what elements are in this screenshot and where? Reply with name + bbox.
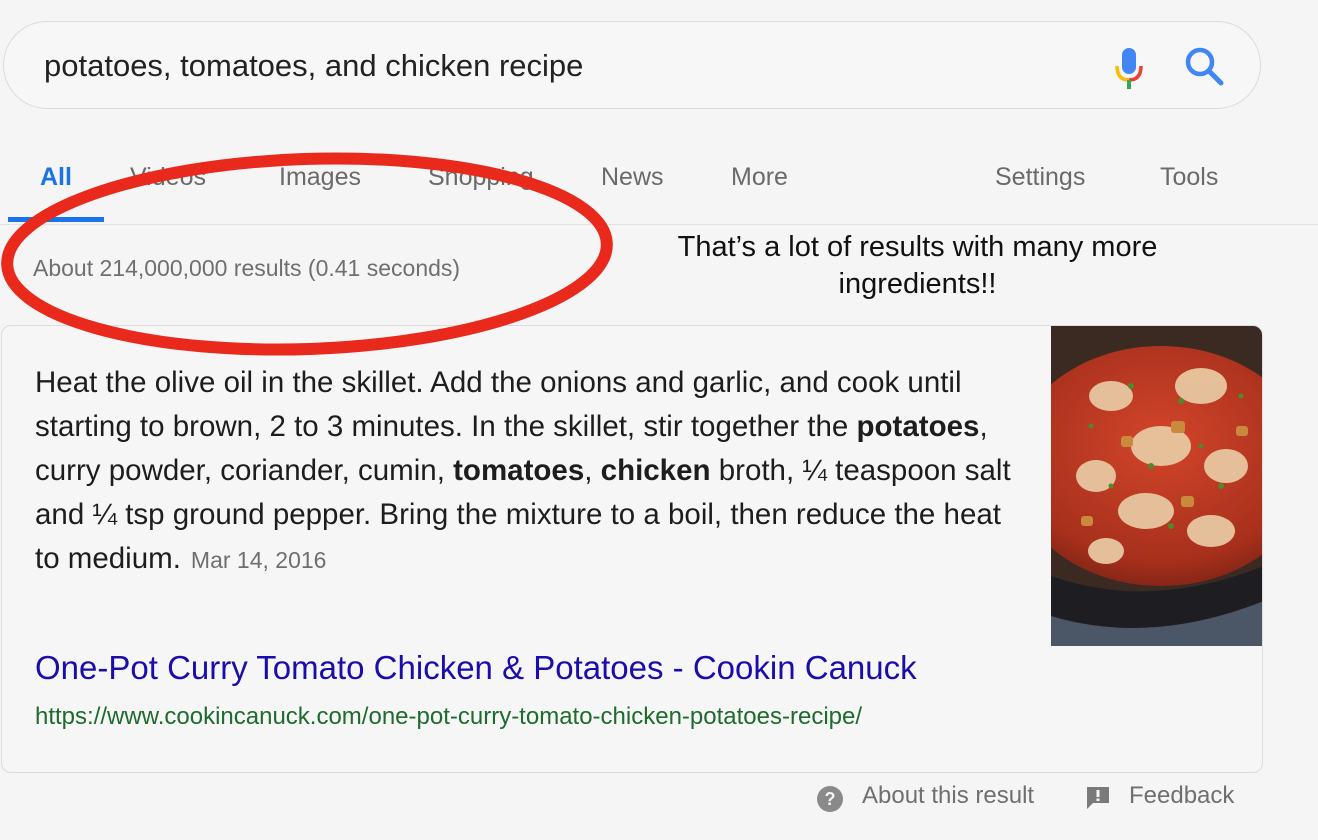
result-stats: About 214,000,000 results (0.41 seconds): [33, 255, 461, 281]
result-title-link[interactable]: One-Pot Curry Tomato Chicken & Potatoes …: [35, 649, 917, 687]
snippet-text: Heat the olive oil in the skillet. Add t…: [35, 361, 1025, 582]
tab-settings[interactable]: Settings: [995, 163, 1085, 192]
result-url[interactable]: https://www.cookincanuck.com/one-pot-cur…: [35, 703, 862, 731]
tab-tools[interactable]: Tools: [1160, 163, 1218, 192]
snippet-keyword: chicken: [600, 454, 711, 487]
tab-shopping[interactable]: Shopping: [428, 163, 534, 192]
about-this-result-link[interactable]: About this result: [862, 782, 1034, 810]
snippet-segment: Heat the olive oil in the skillet. Add t…: [35, 366, 962, 443]
recipe-image[interactable]: [1051, 326, 1263, 646]
svg-text:?: ?: [825, 789, 836, 809]
featured-snippet: Heat the olive oil in the skillet. Add t…: [1, 325, 1263, 773]
feedback-link[interactable]: Feedback: [1129, 782, 1234, 810]
tab-images[interactable]: Images: [279, 163, 361, 192]
tabs-divider: [0, 224, 1318, 225]
search-bar: [3, 21, 1261, 109]
help-icon[interactable]: ?: [816, 785, 844, 813]
snippet-keyword: potatoes: [856, 410, 980, 443]
snippet-date: Mar 14, 2016: [190, 547, 327, 573]
snippet-keyword: tomatoes: [453, 454, 585, 487]
active-tab-indicator: [8, 217, 104, 222]
search-icon[interactable]: [1183, 45, 1227, 89]
snippet-segment: ,: [584, 454, 601, 487]
feedback-icon[interactable]: [1084, 784, 1112, 812]
microphone-icon[interactable]: [1112, 46, 1146, 90]
tab-more[interactable]: More: [731, 163, 788, 192]
tab-videos[interactable]: Videos: [130, 163, 206, 192]
tab-news[interactable]: News: [601, 163, 664, 192]
search-input[interactable]: [44, 44, 1044, 88]
annotation-text: That’s a lot of results with many more i…: [677, 231, 1158, 300]
snippet-body: Heat the olive oil in the skillet. Add t…: [35, 366, 1011, 575]
tab-all[interactable]: All: [40, 163, 72, 192]
